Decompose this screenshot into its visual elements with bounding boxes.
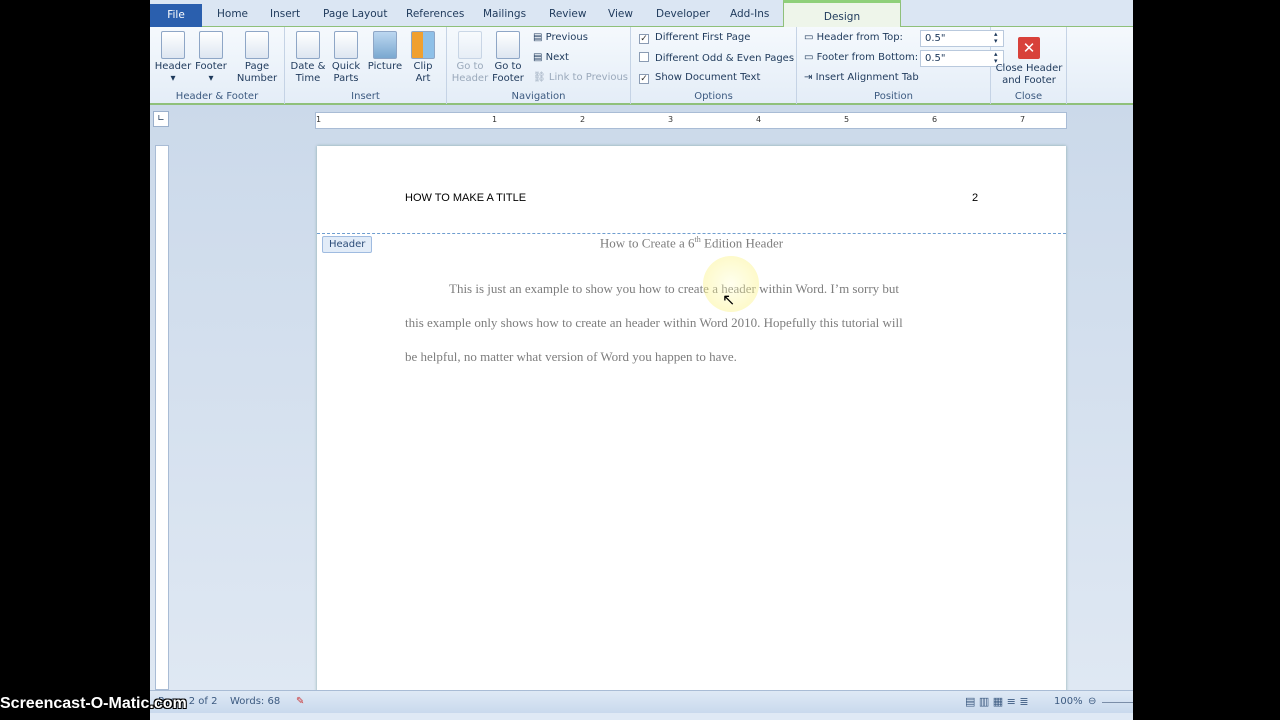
group-label: Close: [1014, 91, 1043, 102]
insert-alignment-tab-button[interactable]: ⇥ Insert Alignment Tab: [804, 72, 919, 83]
ruler-number: 4: [756, 115, 762, 124]
picture-icon: [373, 31, 397, 59]
alignment-tab-icon: ⇥: [804, 72, 816, 83]
group-close: ✕ Close Header and Footer Close: [991, 27, 1067, 104]
header-position-icon: ▭: [804, 32, 817, 43]
footer-position-icon: ▭: [804, 52, 817, 63]
close-icon: ✕: [1018, 37, 1040, 59]
word-count[interactable]: Words: 68: [230, 691, 280, 713]
tab-insert[interactable]: Insert: [270, 8, 300, 20]
header-boundary: [317, 233, 1066, 234]
ruler-number: 1: [492, 115, 498, 124]
zoom-level[interactable]: 100%: [1054, 691, 1083, 713]
tab-design[interactable]: Design: [783, 0, 901, 28]
ruler-number: 7: [1020, 115, 1026, 124]
view-buttons[interactable]: ▤ ▥ ▦ ≡ ≣: [965, 691, 1029, 713]
go-to-footer-button[interactable]: Go to Footer: [489, 31, 527, 85]
document-page[interactable]: HOW TO MAKE A TITLE 2 Header How to Crea…: [317, 146, 1066, 706]
ruler-number: 6: [932, 115, 938, 124]
ruler-number: 2: [580, 115, 586, 124]
tab-selector-button[interactable]: ∟: [153, 111, 169, 127]
go-to-header-button[interactable]: Go to Header: [451, 31, 489, 85]
ruler-number: 1: [316, 115, 322, 124]
different-odd-even-checkbox[interactable]: Different Odd & Even Pages: [639, 52, 794, 64]
page-number-button[interactable]: Page Number: [234, 31, 280, 85]
mouse-cursor-icon: ↖: [722, 290, 736, 309]
ruler-number: 3: [668, 115, 674, 124]
footer-from-bottom-label: ▭ Footer from Bottom:: [804, 52, 919, 63]
tab-developer[interactable]: Developer: [656, 8, 710, 20]
previous-icon: ▤: [533, 32, 546, 43]
page-number-icon: [245, 31, 269, 59]
group-label: Insert: [351, 91, 380, 102]
tab-view[interactable]: View: [608, 8, 633, 20]
zoom-slider[interactable]: [1102, 702, 1133, 703]
ribbon: Header ▾ Footer ▾ Page Number Header & Foo…: [150, 27, 1133, 105]
body-line[interactable]: This is just an example to show you how …: [449, 281, 899, 297]
tab-page-layout[interactable]: Page Layout: [323, 8, 387, 20]
group-navigation: Go to Header Go to Footer ▤ Previous ▤ N…: [447, 27, 631, 104]
header-page-number[interactable]: 2: [972, 192, 978, 204]
body-line[interactable]: this example only shows how to create an…: [405, 315, 903, 331]
quick-parts-icon: [334, 31, 358, 59]
quick-parts-button[interactable]: Quick Parts: [327, 31, 365, 85]
ribbon-tabs: File Home Insert Page Layout References …: [150, 0, 1133, 28]
tab-mailings[interactable]: Mailings: [483, 8, 526, 20]
vertical-ruler[interactable]: [155, 145, 169, 690]
different-first-page-checkbox[interactable]: ✓ Different First Page: [639, 32, 750, 44]
go-to-header-icon: [458, 31, 482, 59]
header-button[interactable]: Header ▾: [154, 31, 192, 85]
tab-file[interactable]: File: [150, 4, 202, 27]
next-button[interactable]: ▤ Next: [533, 52, 569, 63]
previous-button[interactable]: ▤ Previous: [533, 32, 588, 43]
calendar-icon: [296, 31, 320, 59]
checkbox-unchecked[interactable]: [639, 52, 649, 62]
header-from-top-label: ▭ Header from Top:: [804, 32, 903, 43]
show-document-text-checkbox[interactable]: ✓ Show Document Text: [639, 72, 760, 84]
header-title-text[interactable]: HOW TO MAKE A TITLE: [405, 192, 526, 204]
checkbox-checked[interactable]: ✓: [639, 74, 649, 84]
proofing-icon[interactable]: ✎: [296, 691, 304, 713]
document-title[interactable]: How to Create a 6th Edition Header: [317, 235, 1066, 251]
picture-button[interactable]: Picture: [365, 31, 405, 73]
checkbox-checked[interactable]: ✓: [639, 34, 649, 44]
group-insert: Date & Time Quick Parts Picture Clip Art…: [285, 27, 447, 104]
group-options: ✓ Different First Page Different Odd & Ev…: [631, 27, 797, 104]
footer-button[interactable]: Footer ▾: [192, 31, 230, 85]
zoom-out-icon[interactable]: ⊖: [1088, 691, 1096, 713]
word-window: File Home Insert Page Layout References …: [150, 0, 1133, 720]
horizontal-ruler[interactable]: 1 1 2 3 4 5 6 7: [315, 112, 1067, 129]
footer-icon: [199, 31, 223, 59]
tab-add-ins[interactable]: Add-Ins: [730, 8, 769, 20]
close-header-footer-button[interactable]: ✕ Close Header and Footer: [995, 31, 1063, 87]
group-label: Position: [874, 91, 913, 102]
next-icon: ▤: [533, 52, 546, 63]
go-to-footer-icon: [496, 31, 520, 59]
watermark: Screencast-O-Matic.com: [0, 695, 187, 712]
status-bar: Page: 2 of 2 Words: 68 ✎ ▤ ▥ ▦ ≡ ≣ 100% …: [150, 690, 1133, 713]
group-position: ▭ Header from Top: 0.5" ▭ Footer from Bo…: [797, 27, 1004, 104]
group-label: Options: [694, 91, 733, 102]
tab-home[interactable]: Home: [217, 8, 248, 20]
tab-review[interactable]: Review: [549, 8, 586, 20]
group-label: Header & Footer: [175, 91, 259, 102]
link-to-previous-button[interactable]: ⛓ Link to Previous: [533, 72, 628, 83]
ruler-number: 5: [844, 115, 850, 124]
clip-art-icon: [411, 31, 435, 59]
date-time-button[interactable]: Date & Time: [290, 31, 326, 85]
header-icon: [161, 31, 185, 59]
group-header-footer: Header ▾ Footer ▾ Page Number Header & Foo…: [150, 27, 285, 104]
tab-references[interactable]: References: [406, 8, 464, 20]
body-line[interactable]: be helpful, no matter what version of Wo…: [405, 349, 737, 365]
clip-art-button[interactable]: Clip Art: [407, 31, 439, 85]
link-icon: ⛓: [533, 72, 549, 83]
group-label: Navigation: [511, 91, 566, 102]
